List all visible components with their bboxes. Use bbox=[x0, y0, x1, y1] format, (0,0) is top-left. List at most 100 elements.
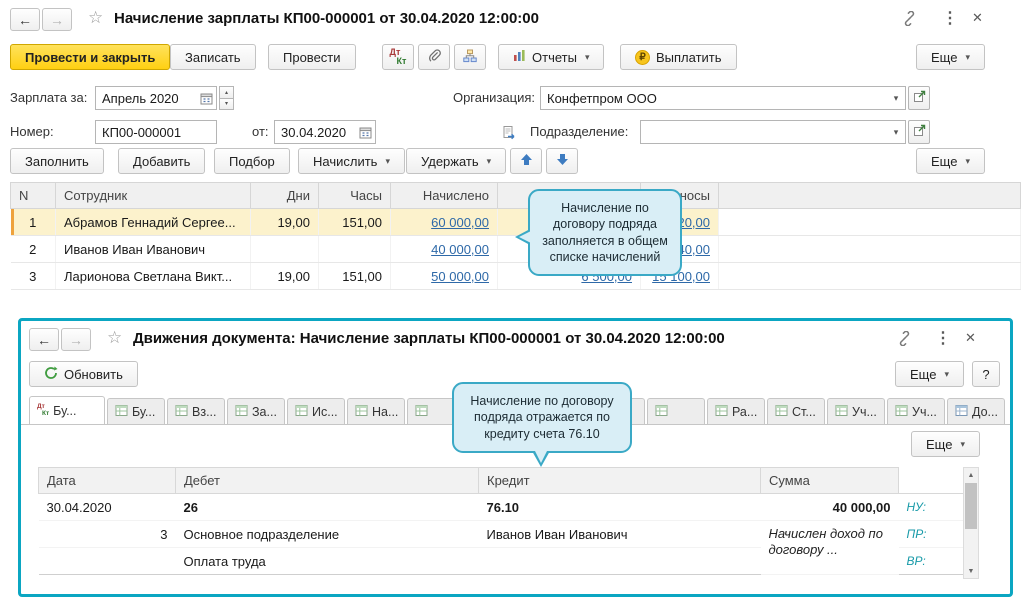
callout-tail bbox=[535, 450, 547, 463]
close-icon[interactable]: ✕ bbox=[965, 330, 976, 346]
tab-register[interactable]: Ра... bbox=[707, 398, 765, 424]
fill-button[interactable]: Заполнить bbox=[10, 148, 104, 174]
open-icon bbox=[913, 124, 926, 140]
pick-button[interactable]: Подбор bbox=[214, 148, 290, 174]
scroll-down-icon[interactable]: ▼ bbox=[964, 564, 978, 578]
department-open-button[interactable] bbox=[908, 120, 930, 144]
attachments-button[interactable] bbox=[418, 44, 450, 70]
pay-button[interactable]: ₽ Выплатить bbox=[620, 44, 737, 70]
more-menu-icon[interactable]: ⋮ bbox=[942, 8, 958, 28]
date-input[interactable]: 30.04.2020 bbox=[274, 120, 376, 144]
spin-down-icon[interactable]: ▾ bbox=[219, 98, 234, 110]
doc-window-title: Начисление зарплаты КП00-000001 от 30.04… bbox=[114, 10, 539, 27]
filler-cell bbox=[718, 235, 1021, 263]
link-icon[interactable] bbox=[897, 330, 912, 349]
dropdown-caret-icon[interactable]: ▾ bbox=[887, 127, 905, 138]
col-credit[interactable]: Кредит bbox=[478, 467, 761, 494]
organization-input[interactable]: Конфетпром ООО ▾ bbox=[540, 86, 906, 110]
callout-credit-account: Начисление по договору подряда отражаетс… bbox=[452, 382, 632, 467]
accrued-link[interactable]: 40 000,00 bbox=[431, 242, 489, 257]
dropdown-caret-icon: ▾ bbox=[960, 438, 965, 449]
calendar-icon[interactable] bbox=[196, 87, 216, 109]
add-button[interactable]: Добавить bbox=[118, 148, 206, 174]
scroll-up-icon[interactable]: ▲ bbox=[964, 468, 978, 482]
autofill-icon[interactable] bbox=[497, 121, 521, 143]
movements-more-button[interactable]: Еще ▾ bbox=[895, 361, 964, 387]
move-down-button[interactable] bbox=[546, 148, 578, 174]
number-input[interactable]: КП00-000001 bbox=[95, 120, 217, 144]
more-menu-icon[interactable]: ⋮ bbox=[935, 328, 951, 348]
close-icon[interactable]: ✕ bbox=[972, 10, 983, 26]
tab-register[interactable]: Ст... bbox=[767, 398, 825, 424]
move-up-button[interactable] bbox=[510, 148, 542, 174]
salary-for-input[interactable]: Апрель 2020 bbox=[95, 86, 217, 110]
favorite-star-icon[interactable]: ☆ bbox=[88, 9, 103, 26]
organization-open-button[interactable] bbox=[908, 86, 930, 110]
department-input[interactable]: ▾ bbox=[640, 120, 906, 144]
tab-register[interactable]: Бу... bbox=[107, 398, 165, 424]
related-documents-button[interactable] bbox=[454, 44, 486, 70]
tab-register[interactable]: За... bbox=[227, 398, 285, 424]
vertical-scrollbar[interactable]: ▲ ▼ bbox=[963, 467, 979, 579]
spin-up-icon[interactable]: ▴ bbox=[219, 86, 234, 99]
debit-cell: Оплата труда bbox=[175, 547, 479, 575]
dropdown-caret-icon: ▾ bbox=[944, 368, 949, 379]
col-n[interactable]: N bbox=[10, 182, 56, 209]
col-date[interactable]: Дата bbox=[38, 467, 176, 494]
commands-more-button[interactable]: Еще ▾ bbox=[916, 148, 985, 174]
col-hours[interactable]: Часы bbox=[318, 182, 391, 209]
number-label: Номер: bbox=[10, 124, 54, 139]
tab-register[interactable]: Уч... bbox=[887, 398, 945, 424]
accrued-link[interactable]: 50 000,00 bbox=[431, 269, 489, 284]
calendar-icon[interactable] bbox=[355, 121, 375, 143]
tab-register[interactable]: До... bbox=[947, 398, 1005, 424]
refresh-button[interactable]: Обновить bbox=[29, 361, 138, 387]
col-sum[interactable]: Сумма bbox=[760, 467, 899, 494]
content-note-cell: Начислен доход по договору ... bbox=[760, 520, 899, 575]
post-and-close-button[interactable]: Провести и закрыть bbox=[10, 44, 171, 70]
n-cell: 2 bbox=[10, 235, 56, 263]
period-stepper[interactable]: ▴ ▾ bbox=[219, 86, 234, 110]
forward-arrow-icon: → bbox=[69, 331, 83, 348]
dropdown-caret-icon[interactable]: ▾ bbox=[887, 93, 905, 104]
dropdown-caret-icon: ▾ bbox=[385, 155, 390, 166]
forward-button[interactable]: → bbox=[42, 8, 72, 31]
reports-button[interactable]: Отчеты ▾ bbox=[498, 44, 605, 70]
movements-window: ← → ☆ Движения документа: Начисление зар… bbox=[18, 318, 1013, 597]
tab-register[interactable]: Уч... bbox=[827, 398, 885, 424]
days-cell: 19,00 bbox=[250, 208, 319, 236]
withhold-button[interactable]: Удержать ▾ bbox=[406, 148, 507, 174]
n-cell: 3 bbox=[10, 262, 56, 290]
employee-cell: Ларионова Светлана Викт... bbox=[55, 262, 251, 290]
col-debit[interactable]: Дебет bbox=[175, 467, 479, 494]
content-more-button[interactable]: Еще ▾ bbox=[911, 431, 980, 457]
post-button[interactable]: Провести bbox=[268, 44, 356, 70]
help-button[interactable]: ? bbox=[972, 361, 1000, 387]
back-arrow-icon: ← bbox=[37, 331, 51, 348]
col-days[interactable]: Дни bbox=[250, 182, 319, 209]
employee-row[interactable]: 3 Ларионова Светлана Викт... 19,00 151,0… bbox=[10, 262, 1021, 290]
accrue-button[interactable]: Начислить ▾ bbox=[298, 148, 405, 174]
favorite-star-icon[interactable]: ☆ bbox=[107, 329, 122, 346]
back-button[interactable]: ← bbox=[29, 328, 59, 351]
movements-table: Дата Дебет Кредит Сумма 30.04.2020 26 76… bbox=[38, 467, 963, 575]
scrollbar-thumb[interactable] bbox=[965, 483, 977, 529]
tab-register[interactable]: На... bbox=[347, 398, 405, 424]
related-documents-icon bbox=[463, 49, 477, 66]
dtkt-button[interactable]: Дт Кт bbox=[382, 44, 414, 70]
col-employee[interactable]: Сотрудник bbox=[55, 182, 251, 209]
toolbar-more-button[interactable]: Еще ▾ bbox=[916, 44, 985, 70]
link-icon[interactable] bbox=[902, 10, 917, 29]
col-accrued[interactable]: Начислено bbox=[390, 182, 498, 209]
save-button[interactable]: Записать bbox=[170, 44, 256, 70]
back-button[interactable]: ← bbox=[10, 8, 40, 31]
pr-tag: ПР: bbox=[898, 520, 963, 548]
tab-register[interactable]: Вз... bbox=[167, 398, 225, 424]
forward-button[interactable]: → bbox=[61, 328, 91, 351]
movement-row[interactable]: 3 Основное подразделение Иванов Иван Ива… bbox=[38, 520, 963, 575]
movement-row[interactable]: 30.04.2020 26 76.10 40 000,00 НУ: bbox=[38, 493, 963, 521]
tab-register[interactable]: Ис... bbox=[287, 398, 345, 424]
accrued-link[interactable]: 60 000,00 bbox=[431, 215, 489, 230]
tab-register[interactable] bbox=[647, 398, 705, 424]
tab-register[interactable]: Дт Кт Бу... bbox=[29, 396, 105, 424]
